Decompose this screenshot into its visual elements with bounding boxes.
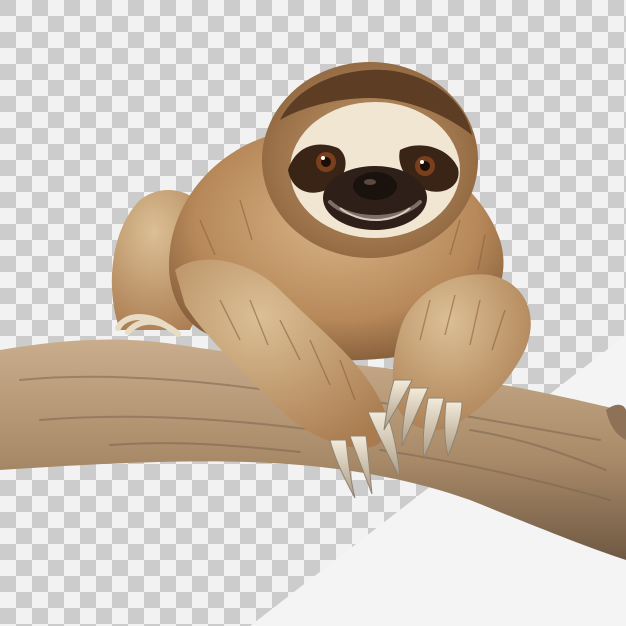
nose-highlight — [364, 179, 376, 185]
right-eye-highlight — [420, 160, 424, 164]
sloth-nose — [353, 172, 397, 200]
left-eye-highlight — [321, 156, 325, 160]
image-canvas — [0, 0, 626, 626]
sloth-on-branch-illustration — [0, 0, 626, 626]
